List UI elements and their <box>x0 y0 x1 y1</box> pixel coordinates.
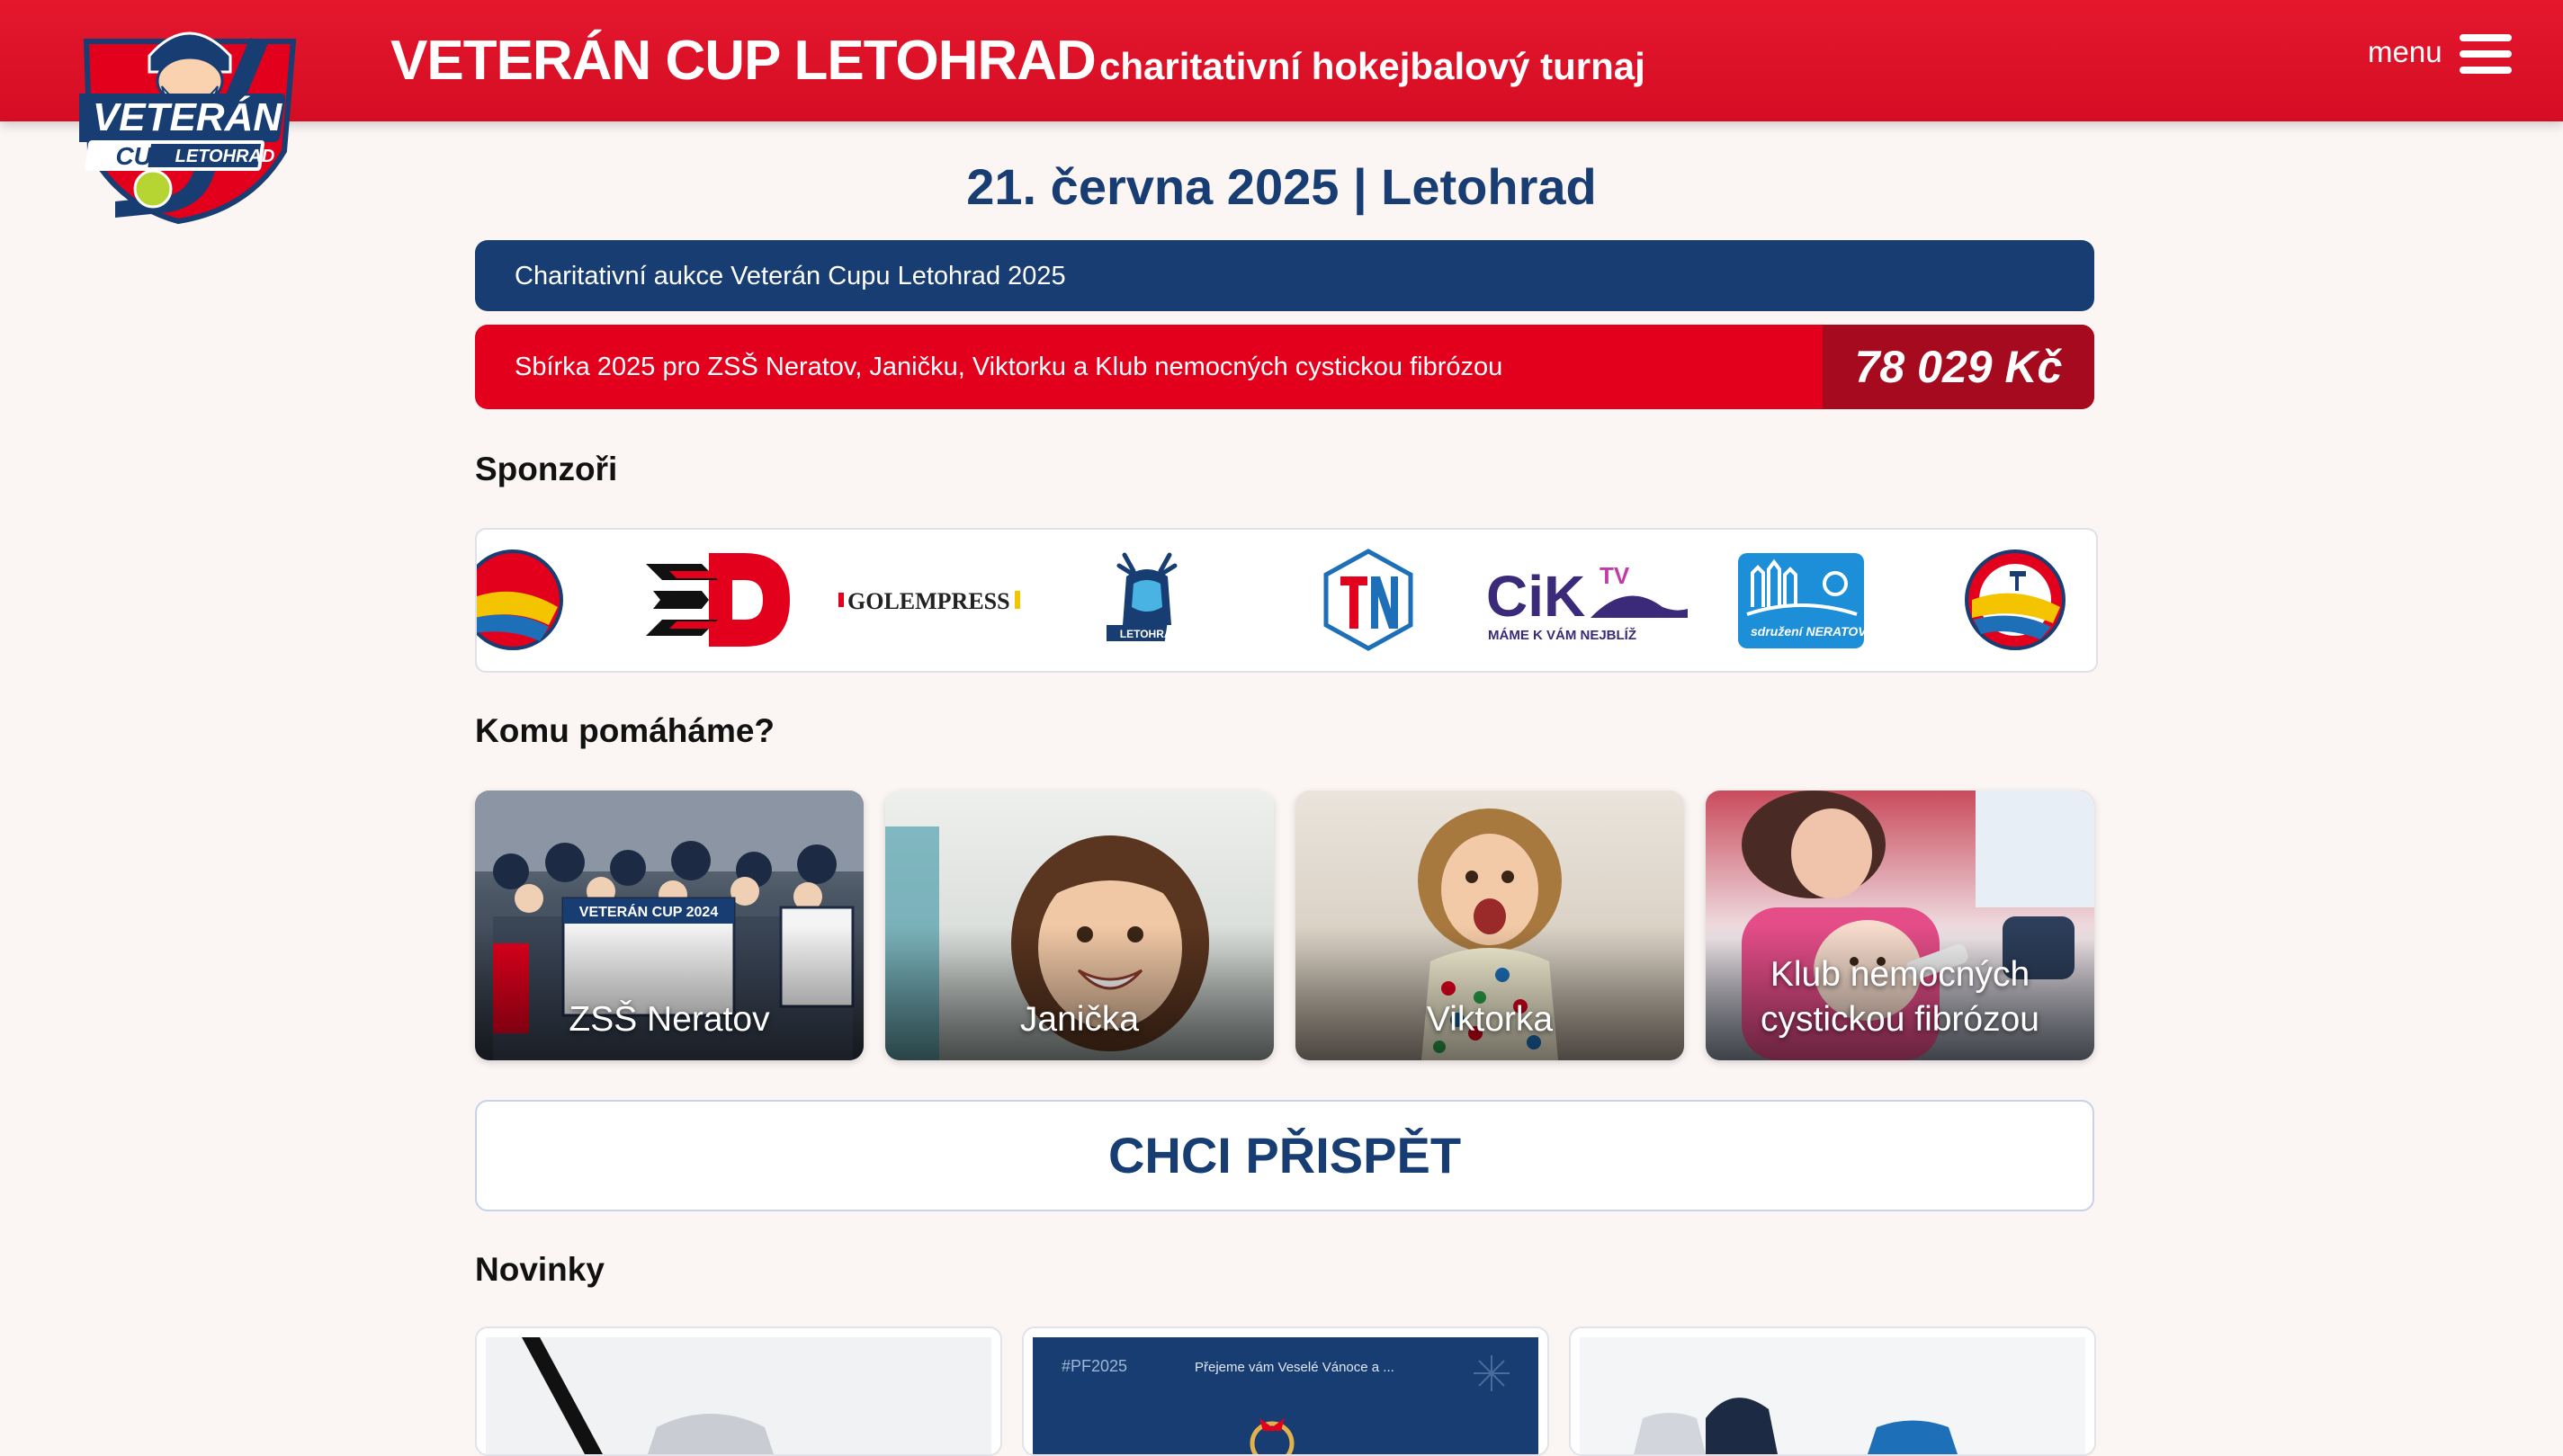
svg-text:LETOHRAD: LETOHRAD <box>175 147 275 166</box>
auction-label: Charitativní aukce Veterán Cupu Letohrad… <box>515 262 1066 290</box>
collection-amount: 78 029 Kč <box>1823 325 2094 409</box>
svg-text:VETERÁN: VETERÁN <box>93 94 282 139</box>
beneficiary-label: ZSŠ Neratov <box>569 1000 770 1039</box>
photo-banner-text: VETERÁN CUP 2024 <box>579 903 719 920</box>
sponsor-tn-logo[interactable] <box>1319 544 1418 656</box>
beneficiary-label: Klub nemocných cystickou fibrózou <box>1761 955 2039 1039</box>
sponsors-carousel[interactable]: GOLEMPRESS LETOHRAD CiK TV MÁME K VÁM NE… <box>475 528 2098 673</box>
donate-button[interactable]: CHCI PŘISPĚT <box>475 1100 2094 1211</box>
letohrad-text: LETOHRAD <box>1120 628 1180 640</box>
sponsor-vitkovice-logo-2[interactable] <box>1963 544 2067 656</box>
sponsor-vitkovice-logo[interactable] <box>477 544 563 656</box>
sponsor-golempress-logo[interactable]: GOLEMPRESS <box>835 544 1042 656</box>
menu-label[interactable]: menu <box>2368 32 2442 72</box>
beneficiaries-cards: VETERÁN CUP 2024 ZSŠ Neratov Janička Vik… <box>475 791 2094 1060</box>
neratov-text: sdružení NERATOV <box>1751 624 1864 639</box>
beneficiary-label: Viktorka <box>1426 1000 1554 1039</box>
auction-link[interactable]: Charitativní aukce Veterán Cupu Letohrad… <box>475 240 2094 311</box>
site-subtitle: charitativní hokejbalový turnaj <box>1099 45 1645 87</box>
collection-label: Sbírka 2025 pro ZSŠ Neratov, Janičku, Vi… <box>515 353 1503 381</box>
beneficiaries-heading: Komu pomáháme? <box>475 712 775 749</box>
ciktv-text: CiK <box>1486 564 1585 629</box>
news-card[interactable] <box>475 1326 1002 1456</box>
beneficiary-card-neratov[interactable]: VETERÁN CUP 2024 ZSŠ Neratov <box>475 791 864 1060</box>
golempress-text: GOLEMPRESS <box>847 588 1010 614</box>
hamburger-menu-icon[interactable] <box>2460 34 2512 74</box>
news-heading: Novinky <box>475 1251 605 1288</box>
veteran-cup-logo-icon: VETERÁN CUP LETOHRAD <box>66 31 297 225</box>
beneficiary-card-viktorka[interactable]: Viktorka <box>1295 791 1684 1060</box>
sponsor-neratov-logo[interactable]: sdružení NERATOV <box>1738 544 1868 656</box>
news-image-christmas: #PF2025 Přejeme vám Veselé Vánoce a ... <box>1033 1337 1538 1454</box>
site-title[interactable]: VETERÁN CUP LETOHRAD <box>390 27 1097 95</box>
site-header: VETERÁN CUP LETOHRAD charitativní hokejb… <box>0 0 2563 121</box>
sponsor-letohrad-logo[interactable]: LETOHRAD <box>1101 544 1187 656</box>
news-card[interactable]: #PF2025 Přejeme vám Veselé Vánoce a ... <box>1022 1326 1549 1456</box>
news-text: Přejeme vám Veselé Vánoce a ... <box>1195 1360 1394 1375</box>
collection-banner[interactable]: Sbírka 2025 pro ZSŠ Neratov, Janičku, Vi… <box>475 325 2094 409</box>
news-image-jersey <box>486 1337 991 1454</box>
sponsors-heading: Sponzoři <box>475 451 618 487</box>
sponsor-dynamo-logo[interactable] <box>646 544 793 656</box>
site-logo[interactable]: VETERÁN CUP LETOHRAD <box>66 16 300 225</box>
sponsor-ciktv-logo[interactable]: CiK TV MÁME K VÁM NEJBLÍŽ <box>1483 544 1691 656</box>
ciktv-tv-text: TV <box>1600 562 1630 589</box>
news-card[interactable] <box>1569 1326 2096 1456</box>
ciktv-tagline: MÁME K VÁM NEJBLÍŽ <box>1488 627 1636 643</box>
beneficiary-card-cf-club[interactable]: Klub nemocných cystickou fibrózou <box>1706 791 2094 1060</box>
beneficiary-label: Janička <box>1019 1000 1140 1039</box>
beneficiary-card-janicka[interactable]: Janička <box>885 791 1274 1060</box>
news-image-merch <box>1580 1337 2085 1454</box>
event-date-place: 21. června 2025 | Letohrad <box>966 158 1597 215</box>
news-caption: #PF2025 <box>1062 1357 1127 1375</box>
